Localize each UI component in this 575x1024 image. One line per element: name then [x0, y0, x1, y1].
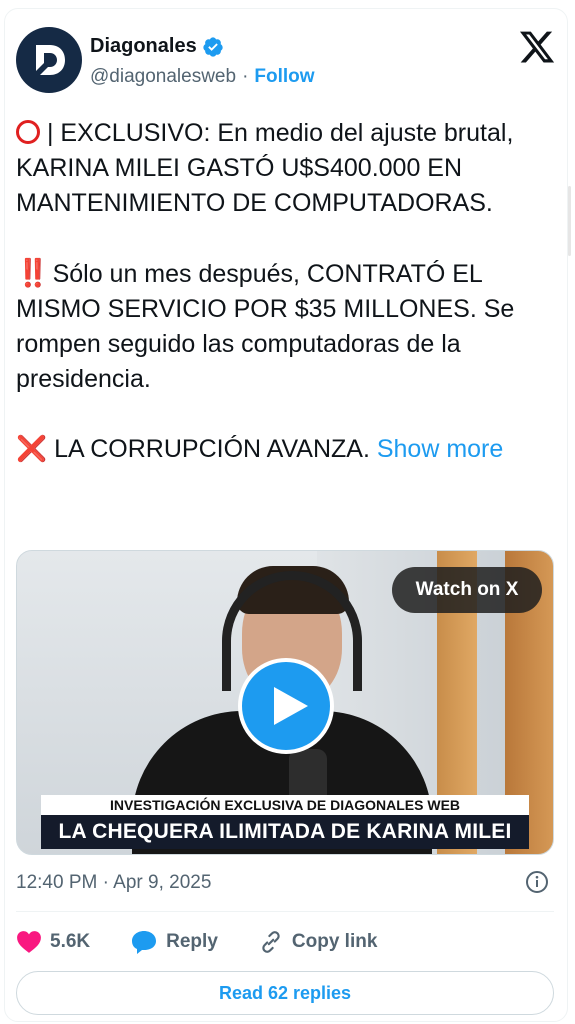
- tweet-paragraph-1: | EXCLUSIVO: En medio del ajuste brutal,…: [16, 116, 556, 221]
- follow-button[interactable]: Follow: [254, 66, 314, 88]
- show-more-link[interactable]: Show more: [377, 435, 503, 463]
- tweet-timestamp[interactable]: 12:40 PM · Apr 9, 2025: [16, 872, 211, 894]
- link-icon: [262, 931, 280, 953]
- reply-button[interactable]: Reply: [130, 929, 218, 955]
- verified-badge-icon: [203, 36, 223, 57]
- play-button[interactable]: [238, 658, 334, 754]
- tweet-text: | EXCLUSIVO: En medio del ajuste brutal,…: [16, 116, 556, 467]
- copy-link-label: Copy link: [291, 931, 378, 952]
- author-name-row: Diagonales: [90, 35, 224, 58]
- read-replies-button[interactable]: Read 62 replies: [16, 971, 554, 1015]
- avatar[interactable]: [16, 27, 82, 93]
- author-handle-row: @diagonalesweb · Follow: [90, 66, 315, 88]
- red-circle-icon: [16, 120, 40, 144]
- cross-mark-icon: ❌: [16, 435, 48, 463]
- like-count: 5.6K: [50, 931, 91, 952]
- double-exclamation-icon: ‼️: [16, 258, 50, 288]
- copy-link-button[interactable]: Copy link: [258, 929, 378, 955]
- handle-separator: ·: [242, 66, 249, 87]
- reply-label: Reply: [166, 931, 218, 952]
- reply-bubble-icon: [132, 931, 157, 954]
- tweet-paragraph-3: ❌ LA CORRUPCIÓN AVANZA. Show more: [16, 432, 556, 467]
- like-button[interactable]: 5.6K: [16, 930, 90, 954]
- video-caption-top: INVESTIGACIÓN EXCLUSIVA DE DIAGONALES WE…: [41, 795, 529, 815]
- author-handle[interactable]: @diagonalesweb: [90, 66, 236, 88]
- watch-on-x-button[interactable]: Watch on X: [392, 567, 542, 613]
- action-bar: 5.6K Reply Copy link: [16, 926, 417, 958]
- author-name[interactable]: Diagonales: [90, 35, 197, 58]
- info-icon[interactable]: [525, 870, 549, 894]
- tweet-line-3: LA CORRUPCIÓN AVANZA.: [47, 435, 377, 463]
- heart-icon: [17, 931, 41, 953]
- divider: [16, 911, 554, 912]
- tweet-line-1: | EXCLUSIVO: En medio del ajuste brutal,…: [16, 119, 514, 217]
- scrollbar[interactable]: [568, 186, 571, 256]
- diagonales-logo-icon: [36, 45, 65, 75]
- tweet-paragraph-2: ‼️ Sólo un mes después, CONTRATÓ EL MISM…: [16, 256, 556, 397]
- tweet-line-2: Sólo un mes después, CONTRATÓ EL MISMO S…: [16, 260, 515, 393]
- x-logo-icon[interactable]: [518, 28, 556, 66]
- tweet-card: Diagonales @diagonalesweb · Follow | EXC…: [0, 0, 575, 1024]
- video-thumbnail[interactable]: Watch on X INVESTIGACIÓN EXCLUSIVA DE DI…: [16, 550, 554, 855]
- play-icon: [274, 687, 308, 725]
- video-caption-bottom: LA CHEQUERA ILIMITADA DE KARINA MILEI: [41, 815, 529, 849]
